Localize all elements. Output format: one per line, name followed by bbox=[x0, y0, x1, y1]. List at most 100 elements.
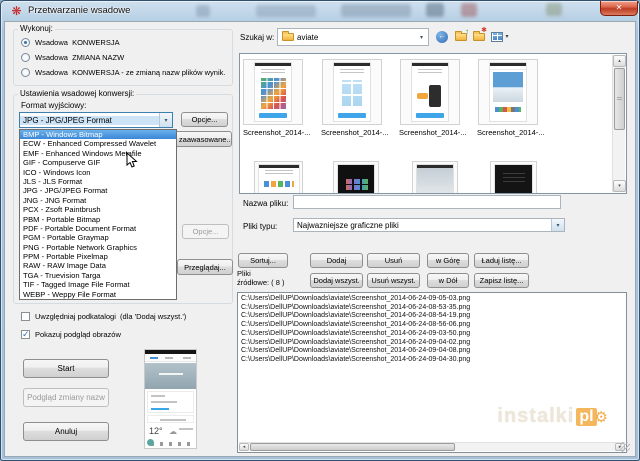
scroll-up-icon[interactable]: ▴ bbox=[613, 55, 626, 67]
format-option[interactable]: TGA - Truevision Targa bbox=[20, 271, 176, 280]
file-type-combobox[interactable]: Najwazniejsze graficzne pliki ▾ bbox=[293, 218, 565, 232]
views-icon[interactable]: ▾ bbox=[489, 29, 511, 44]
preview-temperature: 12° bbox=[149, 426, 163, 436]
file-name-input[interactable] bbox=[293, 195, 561, 209]
desktop-blob bbox=[546, 3, 562, 16]
rename-options-button[interactable]: Opcje... bbox=[182, 224, 229, 239]
file-path[interactable]: C:\Users\DellUP\Downloads\aviate\Screens… bbox=[238, 347, 626, 356]
file-path[interactable]: C:\Users\DellUP\Downloads\aviate\Screens… bbox=[238, 339, 626, 348]
browser-vertical-scrollbar[interactable]: ▴ ▾ bbox=[612, 55, 625, 192]
look-in-combobox[interactable]: aviate ▾ bbox=[277, 28, 429, 46]
format-option[interactable]: JNG - JNG Format bbox=[20, 196, 176, 205]
thumb-image bbox=[494, 164, 533, 194]
up-one-level-icon[interactable]: ↑ bbox=[453, 29, 469, 44]
radio-icon bbox=[21, 68, 30, 77]
checkbox-icon bbox=[21, 330, 30, 339]
title-bar[interactable]: ❋ Przetwarzanie wsadowe bbox=[1, 1, 639, 22]
file-path[interactable]: C:\Users\DellUP\Downloads\aviate\Screens… bbox=[238, 330, 626, 339]
scroll-down-icon[interactable]: ▾ bbox=[613, 180, 626, 192]
watermark: instalki pl ⚙ bbox=[497, 405, 608, 428]
filelist-horizontal-scrollbar[interactable]: ◂ ▸ bbox=[239, 442, 625, 451]
output-format-combobox[interactable]: JPG - JPG/JPEG Format ▾ bbox=[19, 112, 173, 128]
thumbnail[interactable] bbox=[333, 161, 379, 194]
format-option[interactable]: JLS - JLS Format bbox=[20, 177, 176, 186]
file-path[interactable]: C:\Users\DellUP\Downloads\aviate\Screens… bbox=[238, 321, 626, 330]
format-option[interactable]: PPM - Portable Pixelmap bbox=[20, 252, 176, 261]
desktop-blob bbox=[426, 3, 444, 17]
file-path[interactable]: C:\Users\DellUP\Downloads\aviate\Screens… bbox=[238, 304, 626, 313]
source-files-count: źródłowe: ( 8 ) bbox=[237, 278, 285, 287]
thumbnail[interactable] bbox=[243, 59, 303, 125]
sort-button[interactable]: Sortuj... bbox=[238, 253, 288, 268]
radio-label: Wsadowa KONWERSJA - ze zmianą nazw plikó… bbox=[35, 68, 225, 77]
source-files-label: Pliki bbox=[237, 269, 251, 278]
file-path[interactable]: C:\Users\DellUP\Downloads\aviate\Screens… bbox=[238, 295, 626, 304]
remove-all-button[interactable]: Usuń wszyst. bbox=[367, 273, 420, 288]
save-list-button[interactable]: Zapisz listę... bbox=[474, 273, 529, 288]
thumbnail-label: Screenshot_2014-... bbox=[477, 128, 545, 137]
browse-output-button[interactable]: Przeglądaj... bbox=[177, 259, 233, 275]
format-option[interactable]: PGM - Portable Graymap bbox=[20, 233, 176, 242]
thumbnail[interactable] bbox=[400, 59, 460, 125]
resize-grip[interactable] bbox=[620, 442, 630, 452]
format-option[interactable]: ECW - Enhanced Compressed Wavelet bbox=[20, 139, 176, 148]
format-option[interactable]: PCX - Zsoft Paintbrush bbox=[20, 205, 176, 214]
thumb-image bbox=[254, 62, 292, 122]
thumbnail[interactable] bbox=[490, 161, 537, 194]
radio-option[interactable]: Wsadowa KONWERSJA - ze zmianą nazw plikó… bbox=[21, 68, 225, 77]
radio-label: Wsadowa KONWERSJA bbox=[35, 38, 120, 47]
radio-option[interactable]: Wsadowa KONWERSJA bbox=[21, 38, 120, 47]
rename-preview-button[interactable]: Podgląd zmiany nazw bbox=[23, 388, 109, 407]
checkbox-option[interactable]: Pokazuj podgląd obrazów bbox=[21, 330, 121, 339]
dialog-client-area: Wykonuj: Wsadowa KONWERSJA Wsadowa ZMIAN… bbox=[4, 21, 636, 457]
scrollbar-thumb[interactable] bbox=[614, 68, 625, 130]
folder-icon bbox=[282, 33, 294, 41]
back-icon[interactable]: ← bbox=[434, 29, 450, 44]
watermark-text: instalki bbox=[497, 405, 574, 428]
format-option[interactable]: BMP - Windows Bitmap bbox=[20, 130, 176, 139]
output-format-label: Format wyjściowy: bbox=[21, 101, 86, 110]
move-up-button[interactable]: w Górę bbox=[427, 253, 469, 268]
thumbnail[interactable] bbox=[412, 161, 458, 194]
remove-button[interactable]: Usuń bbox=[367, 253, 420, 268]
scrollbar-thumb[interactable] bbox=[250, 443, 455, 451]
radio-option[interactable]: Wsadowa ZMIANA NAZW bbox=[21, 53, 124, 62]
format-option[interactable]: ICO - Windows Icon bbox=[20, 168, 176, 177]
start-button[interactable]: Start bbox=[23, 359, 109, 378]
format-option[interactable]: EMF - Enhanced Windows Metafile bbox=[20, 149, 176, 158]
window-title: Przetwarzanie wsadowe bbox=[28, 5, 130, 16]
thumbnail[interactable] bbox=[322, 59, 382, 125]
output-format-value: JPG - JPG/JPEG Format bbox=[20, 116, 159, 125]
thumbnail[interactable] bbox=[254, 161, 303, 194]
chevron-down-icon[interactable]: ▾ bbox=[551, 219, 564, 231]
checkbox-option[interactable]: Uwzględniaj podkatalogi (dla 'Dodaj wszy… bbox=[21, 312, 186, 321]
thumb-image bbox=[411, 62, 449, 122]
format-option[interactable]: PBM - Portable Bitmap bbox=[20, 215, 176, 224]
format-option[interactable]: TIF - Tagged Image File Format bbox=[20, 280, 176, 289]
chevron-down-icon[interactable]: ▾ bbox=[415, 29, 428, 45]
add-all-button[interactable]: Dodaj wszyst. bbox=[310, 273, 363, 288]
chevron-down-icon[interactable]: ▾ bbox=[159, 113, 172, 127]
thumbnail[interactable] bbox=[478, 59, 538, 125]
file-path[interactable]: C:\Users\DellUP\Downloads\aviate\Screens… bbox=[238, 312, 626, 321]
thumb-image bbox=[489, 62, 527, 122]
desktop-blob bbox=[196, 5, 210, 17]
format-option[interactable]: GIF - Compuserve GIF bbox=[20, 158, 176, 167]
cancel-button[interactable]: Anuluj bbox=[23, 422, 109, 441]
format-option[interactable]: RAW - RAW Image Data bbox=[20, 261, 176, 270]
desktop-blob bbox=[461, 3, 477, 17]
format-option[interactable]: JPG - JPG/JPEG Format bbox=[20, 186, 176, 195]
new-folder-icon[interactable]: ✱ bbox=[471, 29, 487, 44]
format-option[interactable]: PNG - Portable Network Graphics bbox=[20, 243, 176, 252]
move-down-button[interactable]: w Dół bbox=[427, 273, 469, 288]
close-button[interactable]: ✕ bbox=[600, 1, 638, 16]
file-path[interactable]: C:\Users\DellUP\Downloads\aviate\Screens… bbox=[238, 356, 626, 365]
load-list-button[interactable]: Ładuj listę... bbox=[474, 253, 529, 268]
add-button[interactable]: Dodaj bbox=[310, 253, 363, 268]
format-option[interactable]: WEBP - Weppy File Format bbox=[20, 290, 176, 299]
format-option[interactable]: PDF - Portable Document Format bbox=[20, 224, 176, 233]
radio-icon bbox=[21, 38, 30, 47]
format-options-button[interactable]: Opcje... bbox=[181, 112, 228, 127]
source-file-list: C:\Users\DellUP\Downloads\aviate\Screens… bbox=[237, 292, 627, 453]
scroll-left-icon[interactable]: ◂ bbox=[239, 443, 249, 451]
